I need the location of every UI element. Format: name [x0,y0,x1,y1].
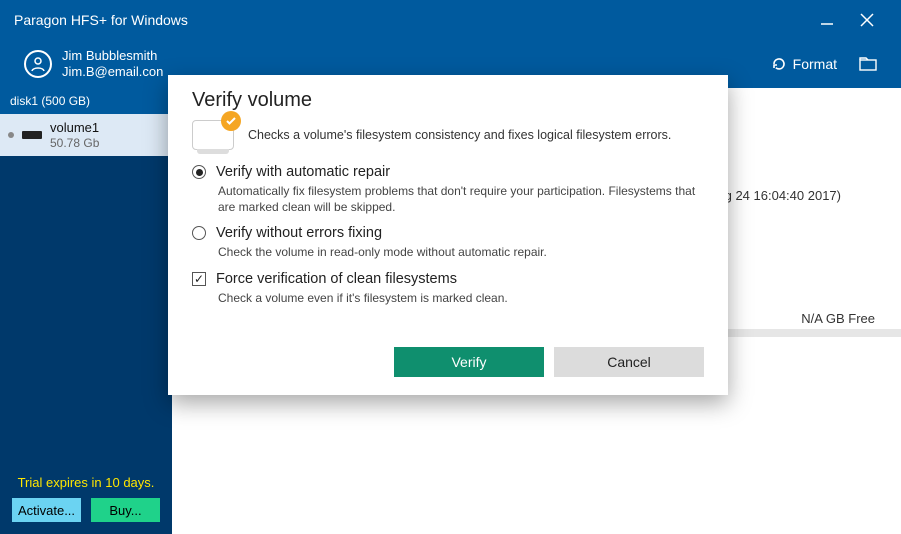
volume-size: 50.78 Gb [50,136,99,150]
user-info: Jim Bubblesmith Jim.B@email.con [62,48,163,79]
folder-button[interactable] [859,57,877,71]
verify-dialog: Verify volume Checks a volume's filesyst… [168,75,728,395]
minimize-button[interactable] [807,0,847,40]
option-auto-repair[interactable]: Verify with automatic repair Automatical… [192,164,704,215]
check-badge-icon [221,111,241,131]
option-label: Verify with automatic repair [216,164,390,180]
timestamp-fragment: g 24 16:04:40 2017) [725,188,841,203]
option-force-verify[interactable]: Force verification of clean filesystems … [192,271,704,306]
option-desc: Automatically fix filesystem problems th… [218,183,704,215]
folder-icon [859,57,877,71]
radio-icon [192,165,206,179]
disk-header[interactable]: disk1 (500 GB) [0,88,172,114]
close-button[interactable] [847,0,887,40]
app-window: Paragon HFS+ for Windows Jim Bubblesmith… [0,0,901,534]
dialog-subtitle: Checks a volume's filesystem consistency… [248,128,671,142]
volume-item[interactable]: volume1 50.78 Gb [0,114,172,156]
user-name: Jim Bubblesmith [62,48,163,64]
format-button[interactable]: Format [771,56,837,72]
person-icon [30,56,46,72]
volume-name: volume1 [50,120,99,136]
option-label: Verify without errors fixing [216,225,382,241]
title-bar: Paragon HFS+ for Windows [0,0,901,40]
cancel-button[interactable]: Cancel [554,347,704,377]
buy-button[interactable]: Buy... [91,498,160,522]
option-desc: Check a volume even if it's filesystem i… [218,290,704,306]
option-desc: Check the volume in read-only mode witho… [218,244,704,260]
close-icon [859,12,875,28]
format-label: Format [793,56,837,72]
refresh-icon [771,56,787,72]
drive-large-icon [192,120,234,150]
free-space-label: N/A GB Free [801,311,875,326]
app-title: Paragon HFS+ for Windows [14,12,188,28]
checkbox-icon [192,272,206,286]
dialog-title: Verify volume [192,89,704,112]
user-avatar[interactable] [24,50,52,78]
user-email: Jim.B@email.con [62,64,163,80]
option-label: Force verification of clean filesystems [216,271,457,287]
option-no-fix[interactable]: Verify without errors fixing Check the v… [192,225,704,260]
drive-icon [22,131,42,139]
activate-button[interactable]: Activate... [12,498,81,522]
trial-notice: Trial expires in 10 days. [0,469,172,498]
sidebar: disk1 (500 GB) volume1 50.78 Gb Trial ex… [0,88,172,534]
minimize-icon [820,13,834,27]
verify-button[interactable]: Verify [394,347,544,377]
radio-icon [192,226,206,240]
status-dot-icon [8,132,14,138]
